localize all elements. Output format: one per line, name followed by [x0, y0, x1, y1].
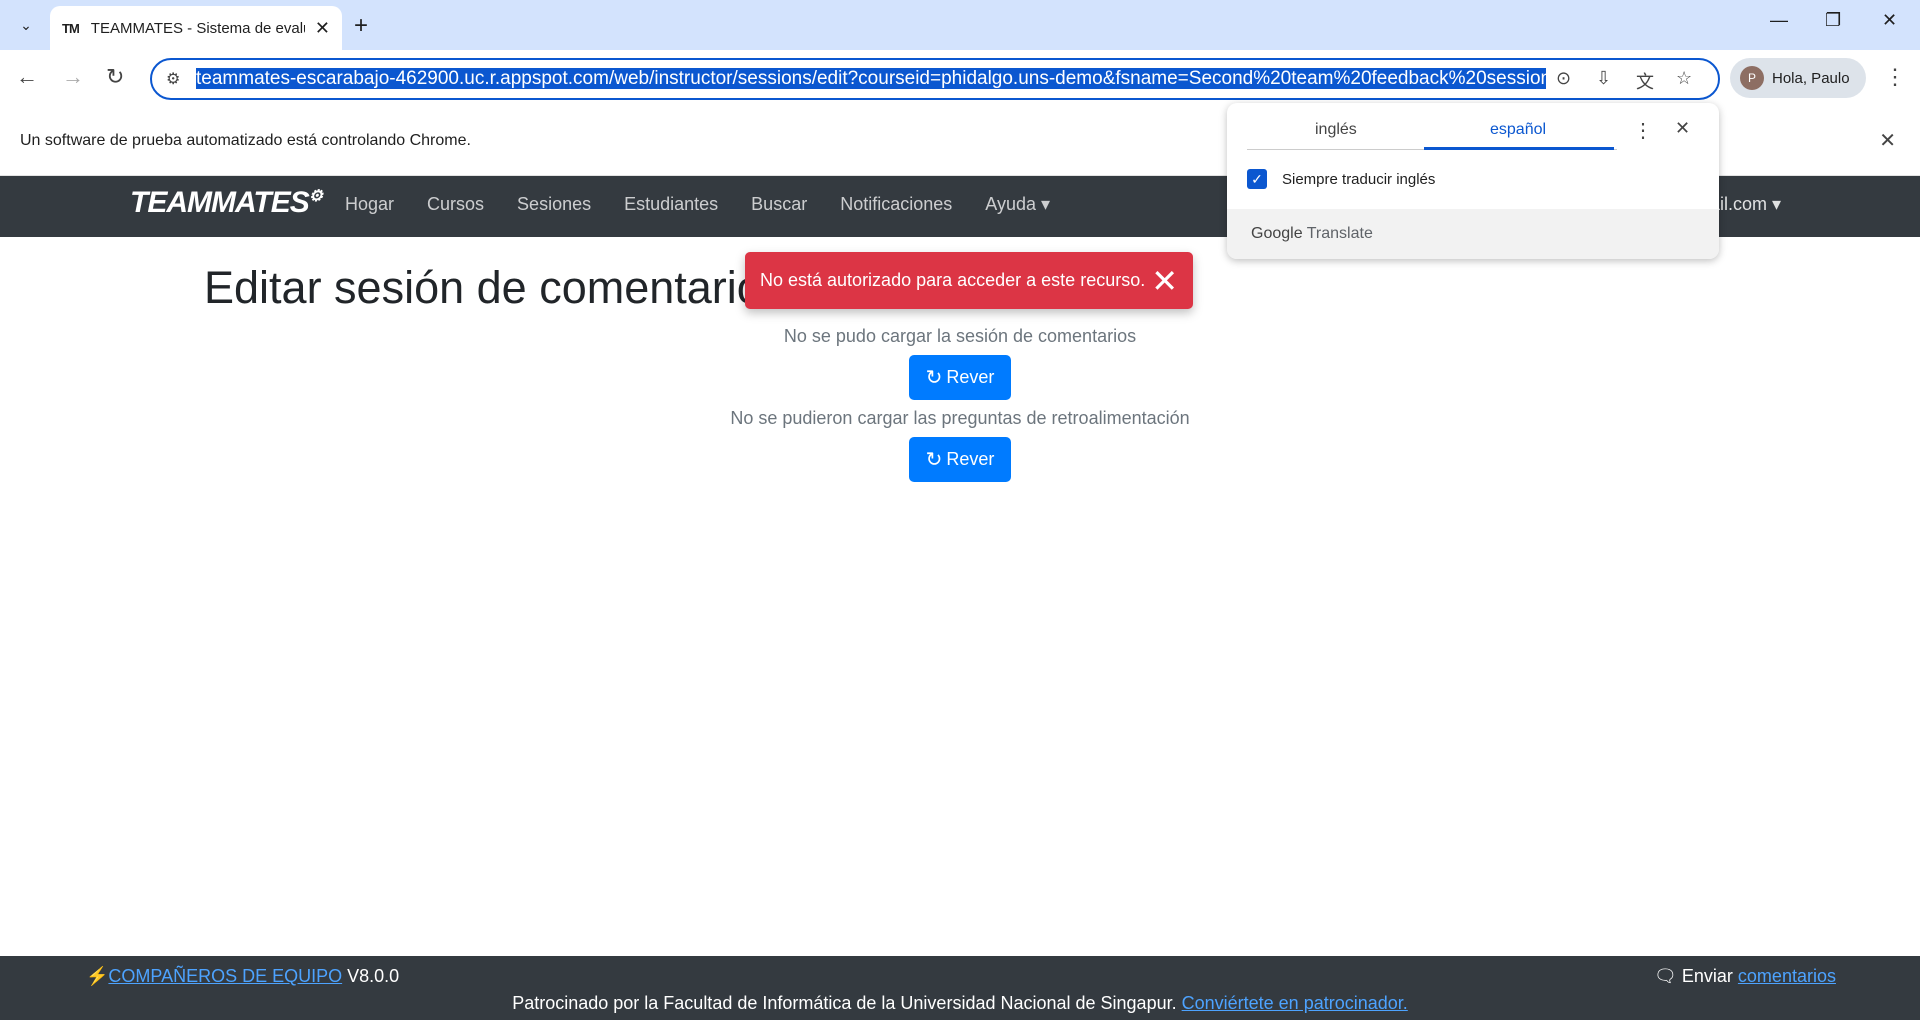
refresh-icon: ↻ — [925, 367, 943, 389]
nav-link-search[interactable]: Buscar — [751, 194, 807, 215]
google-translate-logo: Google Translate — [1251, 225, 1373, 242]
footer-brand-link[interactable]: COMPAÑEROS DE EQUIPO — [108, 966, 342, 986]
nav-link-students[interactable]: Estudiantes — [624, 194, 718, 215]
infobar-close-icon[interactable]: ✕ — [1879, 128, 1896, 153]
retry-label: Rever — [946, 449, 995, 469]
nav-link-sessions[interactable]: Sesiones — [517, 194, 591, 215]
nav-link-home[interactable]: Hogar — [345, 194, 394, 215]
avatar: P — [1740, 66, 1764, 90]
new-tab-icon[interactable]: + — [354, 12, 368, 40]
session-load-error: No se pudo cargar la sesión de comentari… — [783, 326, 1137, 346]
tab-strip: ⌄ TM TEAMMATES - Sistema de evalu ✕ + — … — [0, 0, 1920, 50]
profile-button[interactable]: P Hola, Paulo — [1730, 58, 1866, 98]
footer-version: V8.0.0 — [347, 966, 400, 986]
restore-icon[interactable]: ❐ — [1825, 10, 1841, 31]
nav-links: Hogar Cursos Sesiones Estudiantes Buscar… — [345, 194, 1050, 215]
browser-tab[interactable]: TM TEAMMATES - Sistema de evalu ✕ — [50, 6, 342, 50]
nav-link-courses[interactable]: Cursos — [427, 194, 484, 215]
footer-sponsor: Patrocinado por la Facultad de Informáti… — [0, 993, 1920, 1014]
bolt-icon: ⚡ — [86, 966, 109, 986]
toast-message: No está autorizado para acceder a este r… — [760, 270, 1146, 290]
gear-icon: ⚙ — [308, 188, 323, 205]
translate-icon[interactable]: 文 — [1636, 68, 1654, 94]
always-translate-checkbox[interactable]: ✓ — [1247, 169, 1267, 189]
translate-footer: Google Translate — [1227, 209, 1719, 259]
bookmark-star-icon[interactable]: ☆ — [1676, 68, 1692, 89]
url-text[interactable]: teammates-escarabajo-462900.uc.r.appspot… — [196, 67, 1546, 91]
chat-icon: 🗨 — [1654, 966, 1677, 986]
translate-close-icon[interactable]: ✕ — [1675, 118, 1690, 139]
address-bar[interactable]: ⚙ teammates-escarabajo-462900.uc.r.appsp… — [150, 58, 1720, 100]
minimize-icon[interactable]: — — [1770, 10, 1788, 31]
toast-close-icon[interactable]: ✕ — [1151, 262, 1178, 300]
translate-tab-indicator — [1424, 147, 1614, 150]
always-translate-label: Siempre traducir inglés — [1282, 171, 1436, 188]
nav-link-help[interactable]: Ayuda ▾ — [985, 194, 1050, 215]
teammates-favicon-icon: TM — [62, 20, 80, 36]
retry-session-button[interactable]: ↻ Rever — [909, 355, 1011, 400]
page-footer: ⚡COMPAÑEROS DE EQUIPO V8.0.0 🗨 Enviar co… — [0, 956, 1920, 1020]
footer-brand: ⚡COMPAÑEROS DE EQUIPO V8.0.0 — [86, 966, 399, 987]
install-app-icon[interactable]: ⇩ — [1596, 68, 1611, 89]
lens-icon[interactable]: ⊙ — [1556, 68, 1571, 89]
nav-link-notifications[interactable]: Notificaciones — [840, 194, 952, 215]
questions-load-error: No se pudieron cargar las preguntas de r… — [730, 408, 1190, 428]
profile-label: Hola, Paulo — [1772, 69, 1850, 87]
become-sponsor-link[interactable]: Conviértete en patrocinador. — [1182, 993, 1408, 1013]
footer-feedback: 🗨 Enviar comentarios — [1654, 966, 1836, 986]
site-settings-icon[interactable]: ⚙ — [166, 69, 180, 89]
translate-options-icon[interactable]: ⋮ — [1633, 118, 1653, 143]
browser-toolbar: ← → ↻ ⚙ teammates-escarabajo-462900.uc.r… — [0, 50, 1920, 106]
translate-tab-target[interactable]: español — [1490, 121, 1546, 139]
tab-title: TEAMMATES - Sistema de evalu — [90, 19, 305, 37]
tab-search-chevron-icon[interactable]: ⌄ — [10, 10, 42, 40]
forward-arrow-icon[interactable]: → — [62, 64, 84, 90]
translate-popup: inglés español ⋮ ✕ ✓ Siempre traducir in… — [1227, 103, 1719, 259]
page-title: Editar sesión de comentario — [204, 262, 762, 313]
teammates-logo[interactable]: TEAMMATES⚙ — [130, 186, 323, 220]
infobar-text: Un software de prueba automatizado está … — [20, 132, 471, 149]
refresh-icon: ↻ — [925, 449, 943, 471]
feedback-link[interactable]: comentarios — [1738, 966, 1836, 986]
reload-icon[interactable]: ↻ — [106, 64, 124, 90]
error-toast: No está autorizado para acceder a este r… — [745, 252, 1193, 309]
browser-menu-icon[interactable]: ⋮ — [1884, 64, 1906, 90]
sponsor-text: Patrocinado por la Facultad de Informáti… — [512, 993, 1177, 1013]
retry-questions-button[interactable]: ↻ Rever — [909, 437, 1011, 482]
translate-tab-source[interactable]: inglés — [1315, 121, 1357, 139]
tab-close-icon[interactable]: ✕ — [315, 18, 330, 39]
back-arrow-icon[interactable]: ← — [16, 64, 38, 90]
window-close-icon[interactable]: ✕ — [1882, 10, 1897, 31]
nav-user-dropdown[interactable]: ail.com ▾ — [1710, 194, 1781, 215]
retry-label: Rever — [946, 367, 995, 387]
